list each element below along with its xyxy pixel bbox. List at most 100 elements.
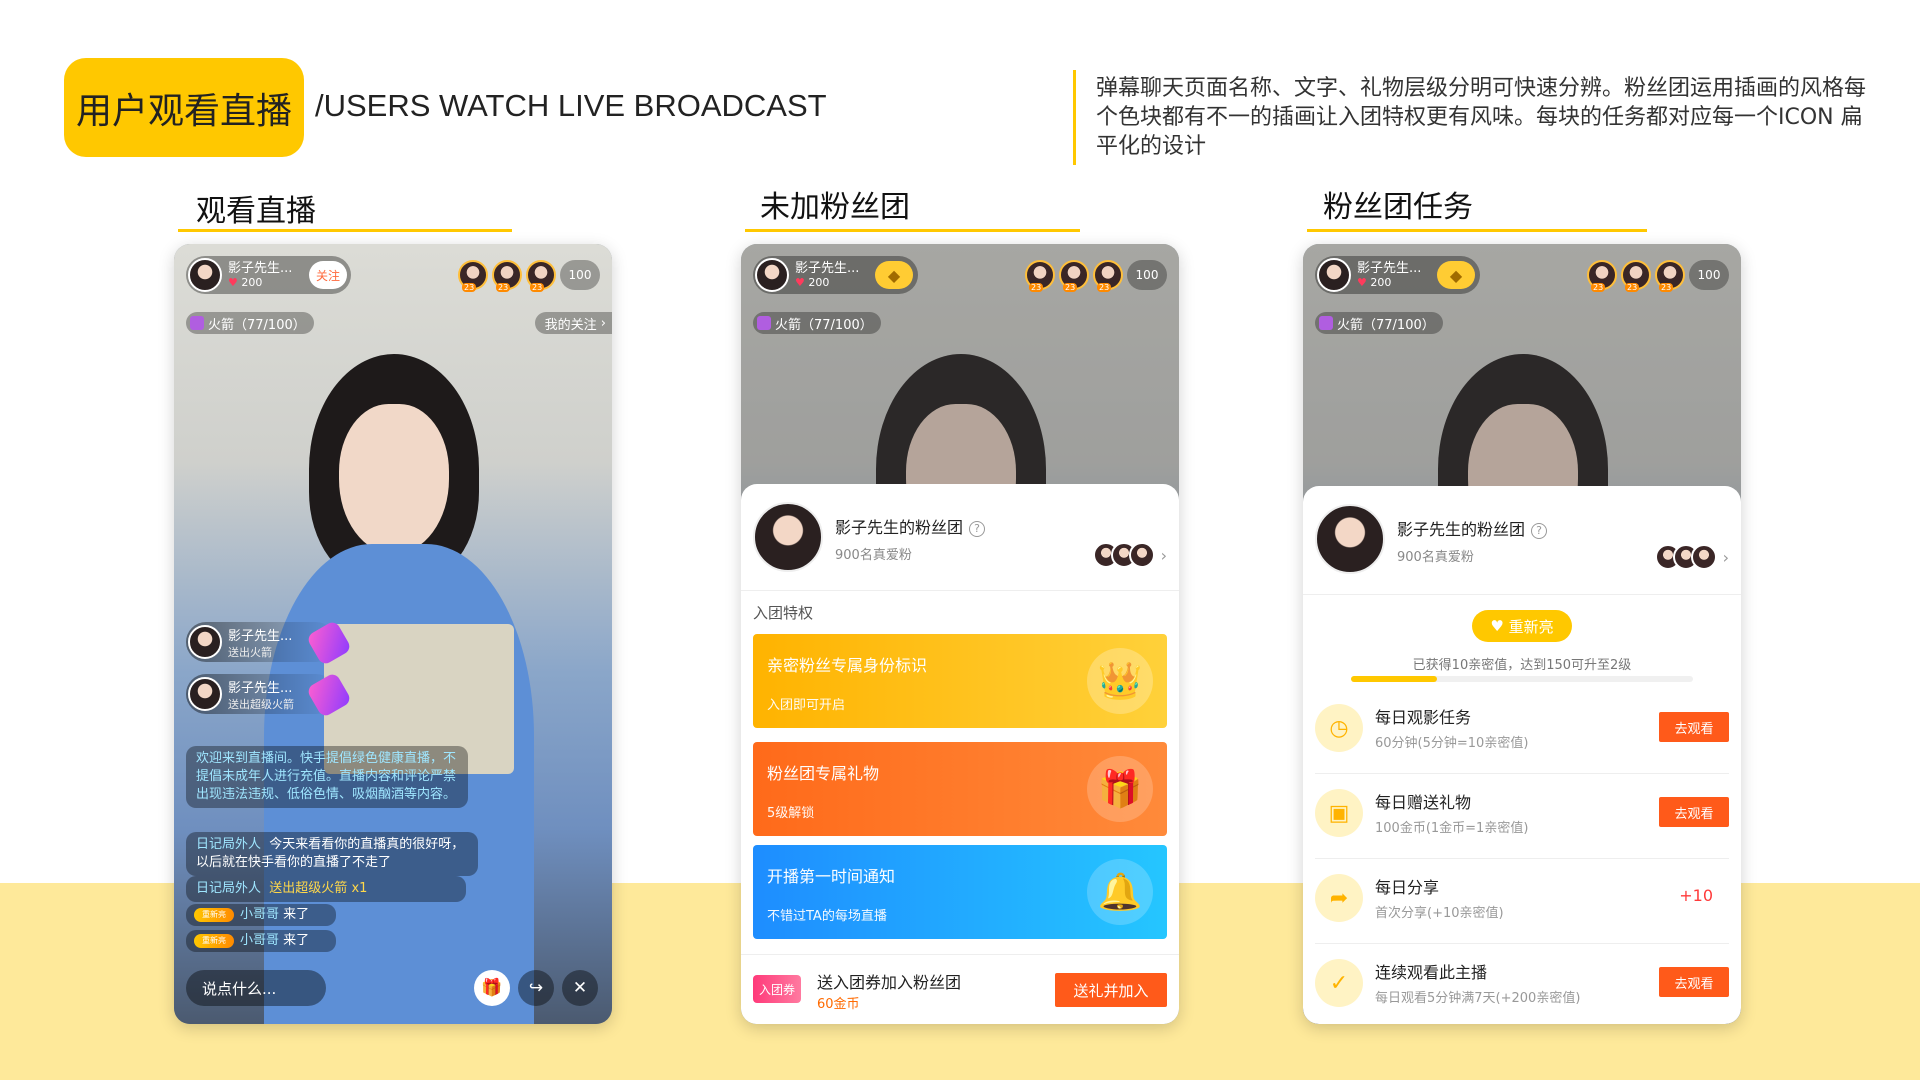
join-bar: 入团券 送入团券加入粉丝团 60金币 送礼并加入 [741, 954, 1179, 1024]
phone-fanclub-join: 影子先生... ♥ 200 ◆ 23 23 23 100 火箭（77/100） … [741, 244, 1179, 1024]
heart-icon: ♥ [228, 276, 238, 289]
heart-icon: ♥ [1357, 276, 1367, 289]
viewer-avatar[interactable]: 23 [1059, 260, 1089, 292]
fanclub-header: 影子先生的粉丝团? 900名真爱粉 › [753, 502, 1167, 578]
task-daily-gift: ▣ 每日赠送礼物 100金币(1金币=1亲密值) 去观看 [1315, 775, 1729, 859]
host-avatar[interactable] [1317, 258, 1351, 292]
viewer-avatar[interactable]: 23 [1621, 260, 1651, 292]
gift-icon: ▣ [1315, 789, 1363, 837]
level-badge: 重新亮 [194, 933, 234, 948]
close-button[interactable]: ✕ [562, 970, 598, 1006]
gift-message: 日记局外人 送出超级火箭 x1 [186, 876, 466, 902]
go-watch-button[interactable]: 去观看 [1659, 967, 1729, 997]
divider [1303, 594, 1741, 595]
member-avatars[interactable]: › [1092, 542, 1167, 568]
fanclub-sheet: 影子先生的粉丝团? 900名真爱粉 › 入团特权 亲密粉丝专属身份标识 入团即可… [741, 484, 1179, 1024]
fanclub-members: 900名真爱粉 [835, 548, 912, 563]
my-follow-link[interactable]: 我的关注 › [534, 312, 612, 334]
system-message: 欢迎来到直播间。快手提倡绿色健康直播，不提倡未成年人进行充值。直播内容和评论严禁… [186, 746, 468, 808]
viewer-list[interactable]: 23 23 23 100 [1025, 260, 1167, 292]
relight-button[interactable]: ♥ 重新亮 [1472, 610, 1572, 642]
clock-icon: ◷ [1315, 704, 1363, 752]
check-icon: ✓ [1315, 959, 1363, 1007]
share-button[interactable]: ↪ [518, 970, 554, 1006]
viewer-avatar[interactable]: 23 [458, 260, 488, 292]
join-price: 60金币 [817, 997, 860, 1012]
viewer-avatar[interactable]: 23 [1655, 260, 1685, 292]
task-continuous-watch: ✓ 连续观看此主播 每日观看5分钟满7天(+200亲密值) 去观看 [1315, 945, 1729, 1024]
help-icon[interactable]: ? [1531, 522, 1548, 539]
privilege-card-gift[interactable]: 粉丝团专属礼物 5级解锁 🎁 [753, 742, 1167, 836]
gift-icon: 🎁 [481, 978, 503, 998]
viewer-avatar[interactable]: 23 [526, 260, 556, 292]
chat-message: 日记局外人 今天来看看你的直播真的很好呀，以后就在快手看你的直播了不走了 [186, 832, 478, 876]
fanclub-name: 影子先生的粉丝团 [1397, 520, 1526, 539]
viewer-count[interactable]: 100 [1127, 260, 1167, 290]
host-info[interactable]: 影子先生... ♥ 200 关注 [186, 256, 351, 294]
follow-button[interactable]: 关注 [309, 261, 347, 289]
gift-notice: 影子先生... 送出火箭 [186, 619, 353, 667]
member-avatars[interactable]: › [1654, 544, 1729, 570]
viewer-count[interactable]: 100 [560, 260, 600, 290]
streamer-face [339, 404, 449, 554]
gem-icon [1319, 316, 1333, 330]
intimacy-progress-bar [1351, 676, 1693, 682]
help-icon[interactable]: ? [969, 520, 986, 537]
host-name: 影子先生... [228, 261, 293, 276]
phone-fanclub-tasks: 影子先生... ♥ 200 ◆ 23 23 23 100 火箭（77/100） … [1303, 244, 1741, 1024]
fan-badge-icon[interactable]: ◆ [1437, 261, 1475, 289]
description-text: 弹幕聊天页面名称、文字、礼物层级分明可快速分辨。粉丝团运用插画的风格每个色块都有… [1096, 76, 1867, 159]
rocket-progress[interactable]: 火箭（77/100） [753, 312, 881, 334]
host-info[interactable]: 影子先生... ♥ 200 ◆ [753, 256, 918, 294]
crown-medal-icon: 👑 [1087, 648, 1153, 714]
comment-input[interactable]: 说点什么... [186, 970, 326, 1006]
task-daily-watch: ◷ 每日观影任务 60分钟(5分钟=10亲密值) 去观看 [1315, 690, 1729, 774]
progress-fill [1351, 676, 1437, 682]
host-avatar[interactable] [188, 258, 222, 292]
chevron-right-icon: › [600, 315, 606, 331]
section-underline [745, 229, 1080, 232]
send-and-join-button[interactable]: 送礼并加入 [1055, 973, 1167, 1007]
gifter-avatar [188, 677, 222, 711]
privilege-card-badge[interactable]: 亲密粉丝专属身份标识 入团即可开启 👑 [753, 634, 1167, 728]
chevron-right-icon: › [1160, 545, 1167, 565]
rocket-progress[interactable]: 火箭（77/100） [1315, 312, 1443, 334]
join-message: 重新亮 小哥哥 来了 [186, 930, 336, 952]
gem-icon [757, 316, 771, 330]
viewer-count[interactable]: 100 [1689, 260, 1729, 290]
section-title-tasks: 粉丝团任务 [1323, 190, 1473, 225]
host-avatar[interactable] [755, 258, 789, 292]
task-daily-share: ➦ 每日分享 首次分享(+10亲密值) +10 [1315, 860, 1729, 944]
share-icon: ↪ [528, 978, 544, 998]
privilege-card-notify[interactable]: 开播第一时间通知 不错过TA的每场直播 🔔 [753, 845, 1167, 939]
rocket-progress[interactable]: 火箭（77/100） [186, 312, 314, 334]
fanclub-header: 影子先生的粉丝团? 900名真爱粉 › [1315, 504, 1729, 580]
viewer-avatar[interactable]: 23 [1587, 260, 1617, 292]
go-watch-button[interactable]: 去观看 [1659, 797, 1729, 827]
section-underline [178, 229, 512, 232]
host-info[interactable]: 影子先生... ♥ 200 ◆ [1315, 256, 1480, 294]
divider [741, 590, 1179, 591]
gifter-avatar [188, 625, 222, 659]
ticket-icon: 入团券 [753, 975, 801, 1003]
viewer-list[interactable]: 23 23 23 100 [458, 260, 600, 292]
level-badge: 重新亮 [194, 907, 234, 922]
page-title: 用户观看直播 [64, 58, 304, 157]
phone-live-room: 影子先生... ♥ 200 关注 23 23 23 100 火箭（77/100）… [174, 244, 612, 1024]
share-icon: ➦ [1315, 874, 1363, 922]
viewer-avatar[interactable]: 23 [1093, 260, 1123, 292]
host-likes: 200 [241, 276, 263, 289]
viewer-avatar[interactable]: 23 [1025, 260, 1055, 292]
fan-badge-icon[interactable]: ◆ [875, 261, 913, 289]
heart-icon: ♥ [795, 276, 805, 289]
gift-box-icon: 🎁 [1087, 756, 1153, 822]
fanclub-task-sheet: 影子先生的粉丝团? 900名真爱粉 › ♥ 重新亮 已获得10亲密值，达到150… [1303, 486, 1741, 1024]
viewer-avatar[interactable]: 23 [492, 260, 522, 292]
viewer-list[interactable]: 23 23 23 100 [1587, 260, 1729, 292]
go-watch-button[interactable]: 去观看 [1659, 712, 1729, 742]
bell-icon: 🔔 [1087, 859, 1153, 925]
gem-icon [190, 316, 204, 330]
share-reward: +10 [1679, 886, 1713, 905]
gift-button[interactable]: 🎁 [474, 970, 510, 1006]
gift-notice: 影子先生... 送出超级火箭 [186, 671, 353, 719]
